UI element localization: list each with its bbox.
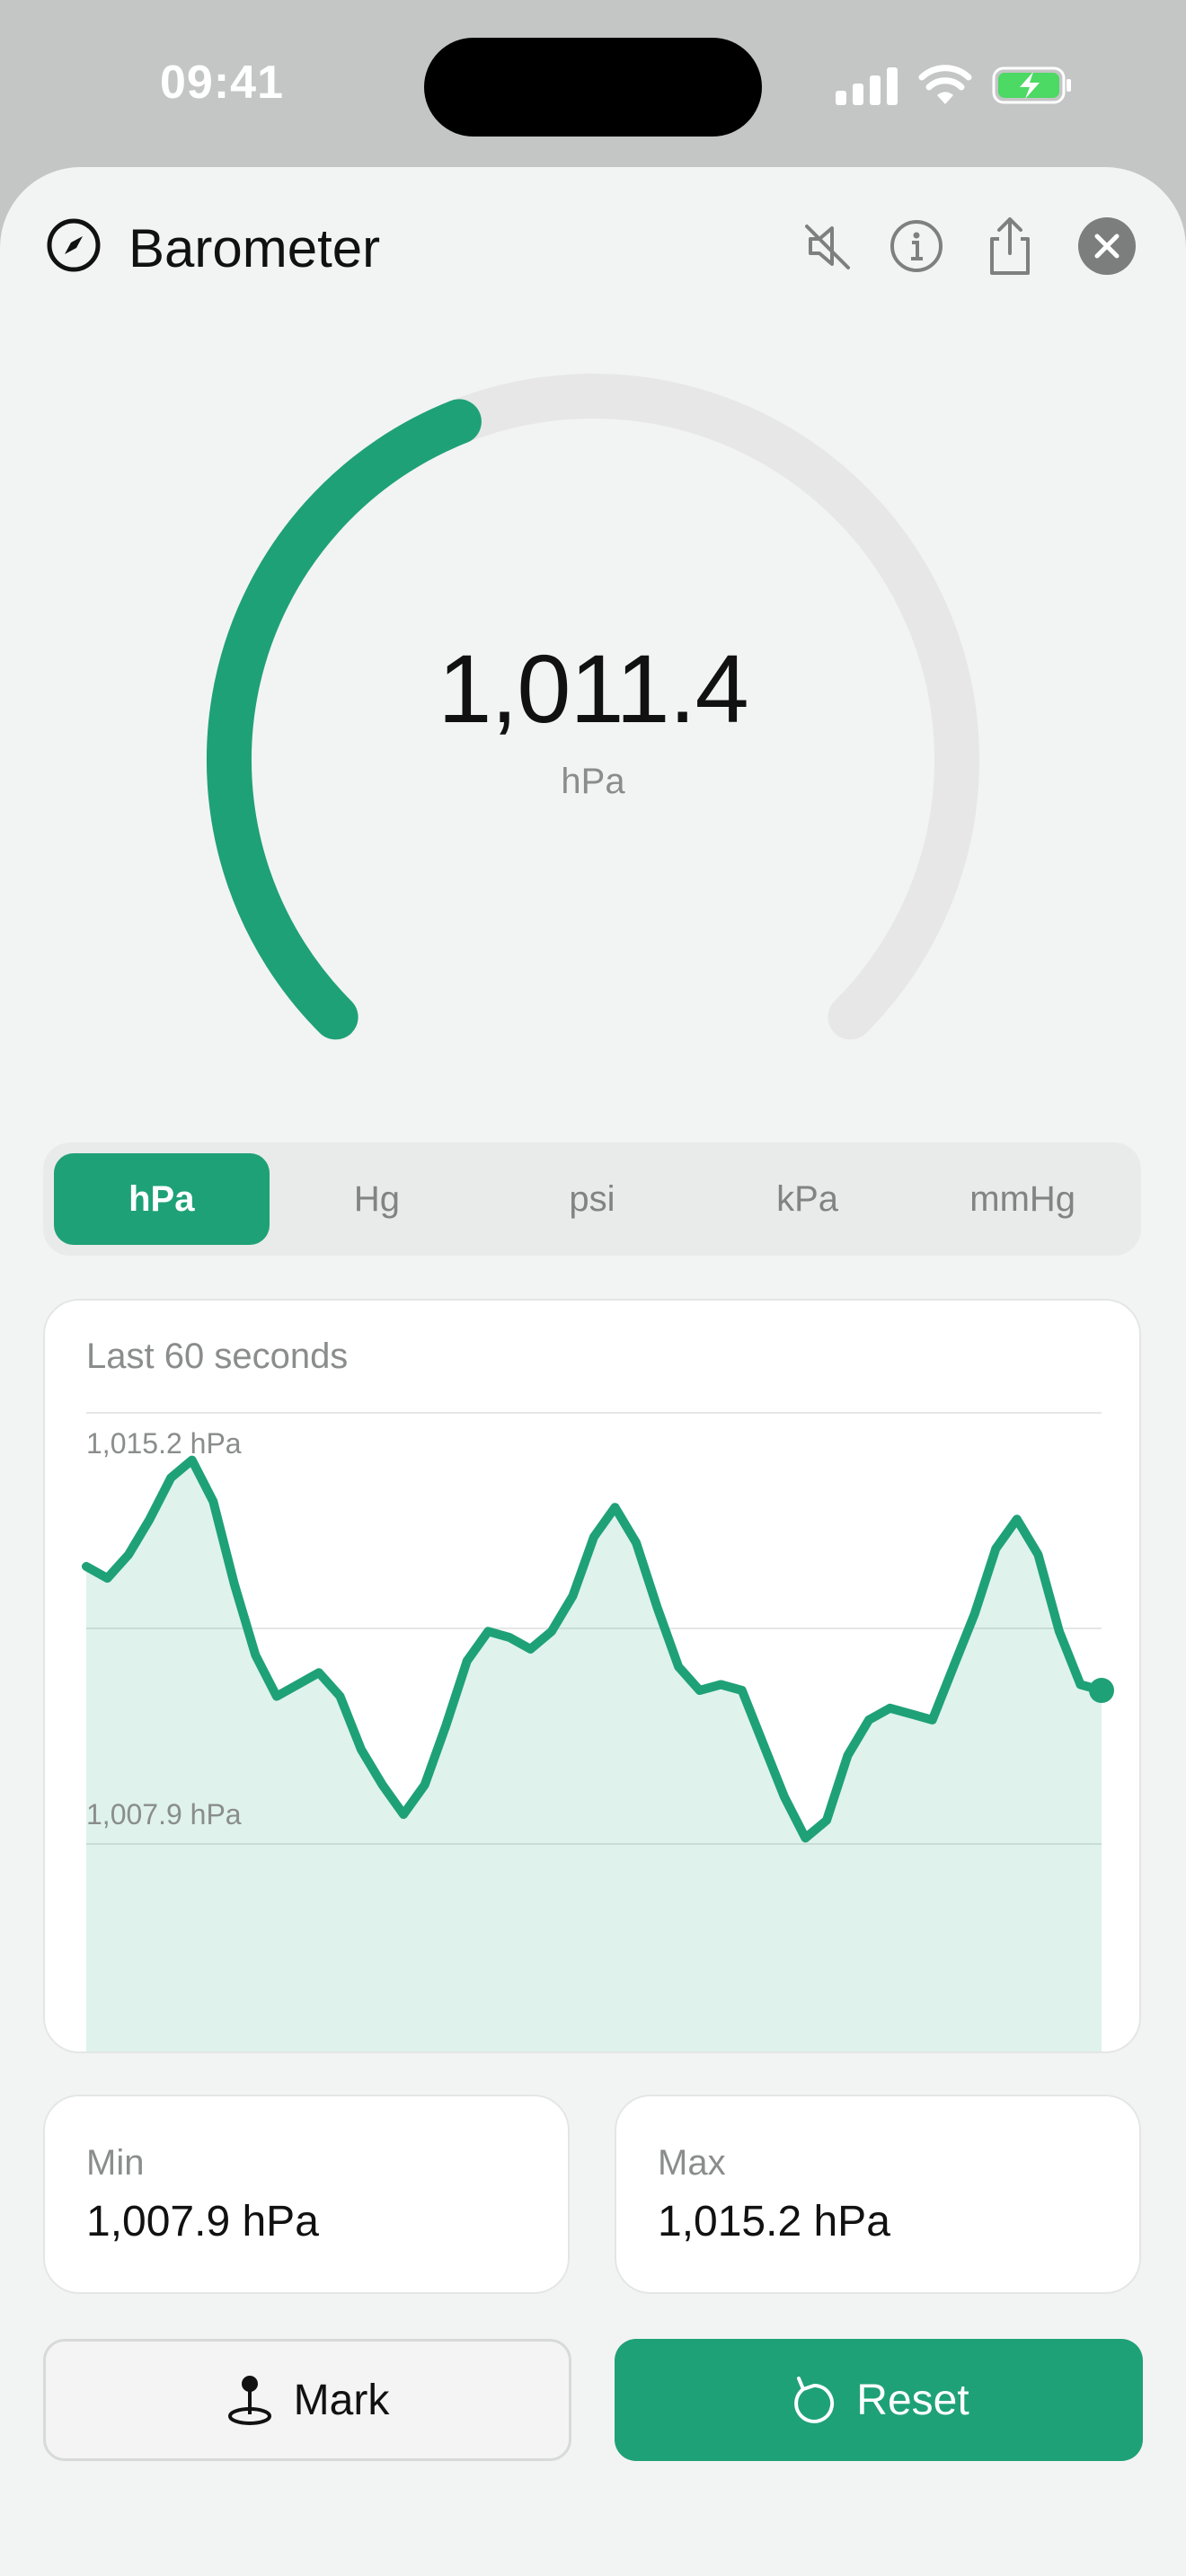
mark-button-label: Mark — [293, 2376, 390, 2424]
location-pin-icon — [227, 2376, 271, 2425]
max-card: Max 1,015.2 hPa — [615, 2095, 1141, 2294]
speaker-muted-icon — [805, 225, 850, 269]
share-icon — [990, 217, 1030, 275]
compass-icon — [47, 218, 101, 272]
sheet-header: Barometer — [0, 167, 1186, 329]
unit-option-hg[interactable]: Hg — [270, 1153, 485, 1245]
unit-selector: hPa Hg psi kPa mmHg — [43, 1142, 1141, 1256]
max-value: 1,015.2 hPa — [658, 2198, 890, 2245]
min-label: Min — [86, 2143, 145, 2183]
mark-button[interactable]: Mark — [43, 2339, 571, 2461]
status-bar: 09:41 — [0, 0, 1186, 171]
close-icon — [1094, 234, 1120, 259]
reset-button-label: Reset — [856, 2376, 969, 2424]
unit-option-mmhg[interactable]: mmHg — [915, 1153, 1130, 1245]
pressure-unit: hPa — [561, 762, 625, 801]
info-icon — [890, 220, 943, 272]
battery-charging-icon — [992, 66, 1071, 104]
pressure-gauge — [206, 374, 979, 1040]
reset-arrow-icon — [794, 2377, 835, 2423]
close-button[interactable] — [1078, 217, 1136, 275]
pressure-value: 1,011.4 — [438, 634, 748, 743]
info-button[interactable] — [882, 212, 951, 280]
unit-option-hpa[interactable]: hPa — [54, 1153, 270, 1245]
min-card: Min 1,007.9 hPa — [43, 2095, 570, 2294]
max-label: Max — [658, 2143, 726, 2183]
reset-button[interactable]: Reset — [615, 2339, 1143, 2461]
min-value: 1,007.9 hPa — [86, 2198, 319, 2245]
status-icons — [836, 63, 1073, 108]
unit-option-kpa[interactable]: kPa — [700, 1153, 916, 1245]
y-max-label: 1,015.2 hPa — [86, 1427, 242, 1460]
share-button[interactable] — [976, 212, 1044, 280]
pressure-history-chart: 1,015.2 hPa 1,007.9 hPa — [82, 1412, 1114, 2051]
cellular-signal-icon — [836, 67, 898, 105]
page-title: Barometer — [128, 218, 381, 278]
chart-current-point — [1089, 1678, 1114, 1704]
status-time: 09:41 — [160, 57, 284, 109]
history-chart-card: Last 60 seconds 1,015.2 hPa 1,007.9 hPa — [43, 1299, 1141, 2053]
unit-option-psi[interactable]: psi — [484, 1153, 700, 1245]
barometer-sheet: Barometer 1,011.4 hPa hPa Hg psi kPa mmH… — [0, 167, 1186, 2576]
y-min-label: 1,007.9 hPa — [86, 1798, 242, 1831]
dynamic-island — [424, 38, 762, 137]
wifi-icon — [918, 65, 972, 104]
mute-button[interactable] — [792, 212, 861, 280]
